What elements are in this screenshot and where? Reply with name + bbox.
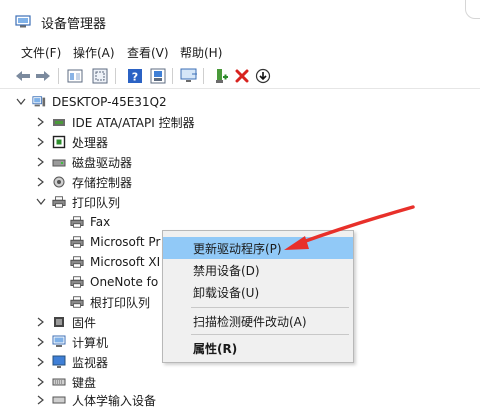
tree-item-label: Fax: [90, 215, 111, 229]
keyboard-icon: [52, 375, 66, 389]
menu-file[interactable]: 文件(F): [19, 44, 63, 61]
tree-item-root-print-queue[interactable]: 根打印队列: [70, 292, 150, 312]
svg-text:?: ?: [132, 71, 138, 84]
toolbar-separator: [172, 68, 173, 84]
tree-item-label: 存储控制器: [72, 175, 133, 190]
tree-item-storage[interactable]: 存储控制器: [36, 172, 132, 192]
chevron-right-icon[interactable]: [36, 337, 46, 347]
chevron-right-icon[interactable]: [36, 117, 46, 127]
window-title: 设备管理器: [41, 17, 107, 32]
tree-item-monitor[interactable]: 监视器: [36, 352, 108, 372]
tree-item-microsoft-print-pdf[interactable]: Microsoft Pr: [70, 232, 160, 252]
tree-item-label: 监视器: [72, 355, 109, 370]
computer-icon: [32, 95, 46, 109]
title-bar: 设备管理器: [0, 0, 480, 40]
chevron-right-icon[interactable]: [36, 317, 46, 327]
menu-scan-hardware-label: 扫描检测硬件改动(A): [193, 314, 307, 329]
tree-item-processor[interactable]: 处理器: [36, 132, 108, 152]
tree-item-label: 计算机: [72, 335, 109, 350]
window-corner: [465, 0, 480, 19]
chevron-right-icon[interactable]: [36, 137, 46, 147]
menu-properties[interactable]: 属性(R): [163, 337, 353, 359]
tree-item-label: 打印队列: [72, 195, 121, 210]
tree-root-label: DESKTOP-45E31Q2: [52, 95, 167, 109]
printer-icon: [70, 215, 84, 229]
tree-item-label: Microsoft Pr: [90, 235, 161, 249]
device-view-icon[interactable]: [149, 67, 167, 85]
tree-root[interactable]: DESKTOP-45E31Q2: [16, 92, 167, 112]
printer-icon: [70, 275, 84, 289]
menu-view[interactable]: 查看(V): [125, 44, 171, 61]
tree-item-firmware[interactable]: 固件: [36, 312, 96, 332]
uninstall-x-icon[interactable]: [233, 67, 251, 85]
toolbar: ?: [0, 64, 480, 89]
tree-item-label: 根打印队列: [90, 295, 151, 310]
device-manager-icon: [15, 15, 31, 28]
chevron-right-icon[interactable]: [36, 377, 46, 387]
tree-item-microsoft-xps[interactable]: Microsoft XI: [70, 252, 160, 272]
tree-item-fax[interactable]: Fax: [70, 212, 110, 232]
printer-icon: [70, 235, 84, 249]
tree-item-disk[interactable]: 磁盘驱动器: [36, 152, 132, 172]
context-menu: 更新驱动程序(P) 禁用设备(D) 卸载设备(U) 扫描检测硬件改动(A) 属性…: [162, 230, 354, 363]
toolbar-separator: [115, 68, 116, 84]
menu-update-driver-label: 更新驱动程序(P): [193, 241, 282, 256]
tree-item-hid[interactable]: 人体学输入设备: [36, 390, 156, 410]
tree-item-print-queue[interactable]: 打印队列: [36, 192, 120, 212]
show-hidden-icon[interactable]: [91, 67, 109, 85]
menu-uninstall-device-label: 卸载设备(U): [193, 285, 260, 300]
menu-update-driver[interactable]: 更新驱动程序(P): [163, 237, 353, 259]
menu-separator: [191, 334, 349, 335]
chevron-down-icon[interactable]: [16, 97, 26, 107]
processor-icon: [52, 135, 66, 149]
tree-item-label: 人体学输入设备: [72, 393, 157, 408]
ide-controller-icon: [52, 115, 66, 129]
menu-properties-label: 属性(R): [193, 341, 238, 356]
tree-item-computer[interactable]: 计算机: [36, 332, 108, 352]
chevron-right-icon[interactable]: [36, 395, 46, 405]
tree-item-label: 键盘: [72, 375, 97, 390]
properties-icon[interactable]: [66, 67, 84, 85]
menu-uninstall-device[interactable]: 卸载设备(U): [163, 281, 353, 303]
menu-bar: 文件(F) 操作(A) 查看(V) 帮助(H): [0, 40, 480, 64]
storage-controller-icon: [52, 175, 66, 189]
tree-item-label: Microsoft XI: [90, 255, 161, 269]
tree-item-label: IDE ATA/ATAPI 控制器: [72, 115, 195, 130]
computer-icon: [52, 335, 66, 349]
monitor-icon: [52, 355, 66, 369]
menu-disable-device-label: 禁用设备(D): [193, 263, 260, 278]
add-driver-icon[interactable]: [212, 67, 230, 85]
download-driver-icon[interactable]: [254, 67, 272, 85]
tree-item-label: 固件: [72, 315, 97, 330]
chevron-down-icon[interactable]: [36, 197, 46, 207]
chevron-right-icon[interactable]: [36, 357, 46, 367]
disk-drive-icon: [52, 155, 66, 169]
chevron-right-icon[interactable]: [36, 157, 46, 167]
scan-monitor-icon[interactable]: [180, 67, 198, 85]
tree-item-ide[interactable]: IDE ATA/ATAPI 控制器: [36, 112, 195, 132]
menu-disable-device[interactable]: 禁用设备(D): [163, 259, 353, 281]
tree-item-label: OneNote fo: [90, 275, 159, 289]
tree-item-keyboard[interactable]: 键盘: [36, 372, 96, 392]
tree-item-label: 处理器: [72, 135, 109, 150]
print-queue-icon: [52, 195, 66, 209]
forward-icon[interactable]: [34, 67, 52, 85]
menu-help[interactable]: 帮助(H): [178, 44, 224, 61]
menu-separator: [191, 307, 349, 308]
tree-item-label: 磁盘驱动器: [72, 155, 133, 170]
menu-scan-hardware[interactable]: 扫描检测硬件改动(A): [163, 310, 353, 332]
menu-action[interactable]: 操作(A): [71, 44, 117, 61]
firmware-icon: [52, 315, 66, 329]
back-icon[interactable]: [14, 67, 32, 85]
printer-icon: [70, 255, 84, 269]
toolbar-separator: [58, 68, 59, 84]
help-icon[interactable]: ?: [126, 67, 144, 85]
hid-icon: [52, 393, 66, 407]
tree-item-onenote[interactable]: OneNote fo: [70, 272, 158, 292]
printer-icon: [70, 295, 84, 309]
chevron-right-icon[interactable]: [36, 177, 46, 187]
toolbar-separator: [203, 68, 204, 84]
